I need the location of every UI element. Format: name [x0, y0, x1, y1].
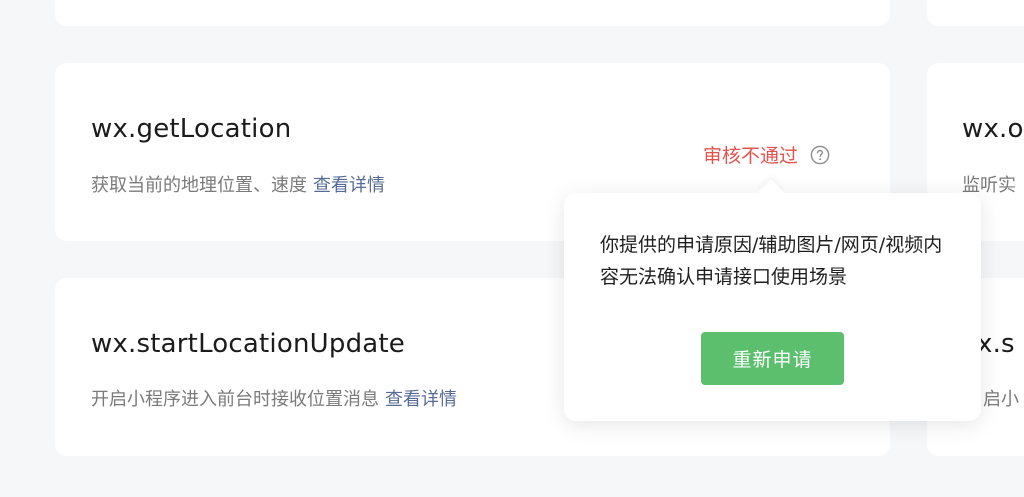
view-details-link[interactable]: 查看详情 — [313, 175, 385, 196]
api-name-partial: x.s — [977, 329, 1015, 359]
card-top-partial — [55, 0, 890, 26]
api-desc-partial: 启小 — [983, 389, 1019, 410]
api-name-startlocationupdate: wx.startLocationUpdate — [91, 329, 406, 359]
status-text: 审核不通过 — [703, 145, 799, 167]
api-desc-text: 开启小程序进入前台时接收位置消息 — [91, 389, 379, 410]
api-desc-text: 获取当前的地理位置、速度 — [91, 175, 307, 196]
rejection-reason-popover: 你提供的申请原因/辅助图片/网页/视频内容无法确认申请接口使用场景 重新申请 — [564, 193, 981, 421]
status-rejected: 审核不通过 — [703, 141, 830, 168]
api-desc-getlocation: 获取当前的地理位置、速度 查看详情 — [91, 171, 385, 197]
reapply-button[interactable]: 重新申请 — [701, 332, 844, 385]
card-top-right-partial — [927, 0, 1024, 26]
question-circle-icon[interactable] — [810, 145, 830, 165]
view-details-link[interactable]: 查看详情 — [385, 389, 457, 410]
api-name-partial: wx.o — [962, 114, 1024, 144]
api-desc-startlocationupdate: 开启小程序进入前台时接收位置消息 查看详情 — [91, 385, 457, 411]
rejection-reason-text: 你提供的申请原因/辅助图片/网页/视频内容无法确认申请接口使用场景 — [600, 234, 943, 288]
api-name-getlocation: wx.getLocation — [91, 114, 292, 144]
